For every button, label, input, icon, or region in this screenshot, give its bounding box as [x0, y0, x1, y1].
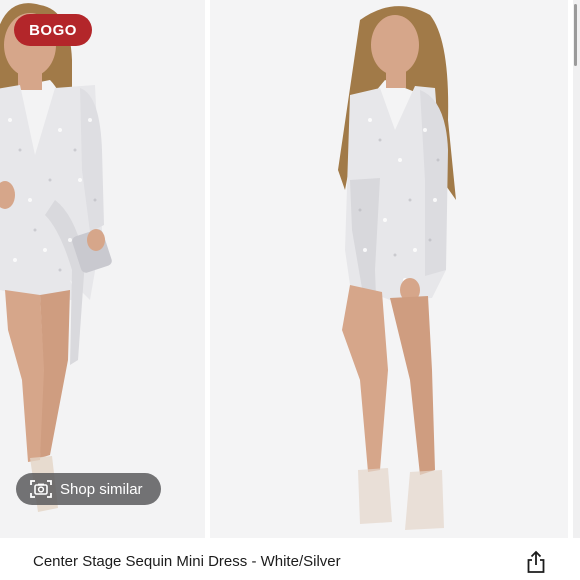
product-photo-2[interactable]	[210, 0, 568, 538]
product-photo-1[interactable]	[0, 0, 205, 538]
gallery-scrollbar[interactable]	[574, 4, 577, 66]
shop-similar-button[interactable]: Shop similar	[16, 473, 161, 505]
share-icon	[526, 550, 546, 579]
product-photo-3[interactable]	[573, 0, 580, 538]
bogo-badge-label: BOGO	[29, 21, 77, 39]
share-button[interactable]	[523, 550, 549, 579]
product-title: Center Stage Sequin Mini Dress - White/S…	[33, 553, 341, 570]
product-photo-gallery[interactable]: BOGO Shop similar	[0, 0, 580, 538]
camera-scan-icon	[30, 479, 52, 499]
shop-similar-label: Shop similar	[60, 480, 143, 498]
bogo-badge: BOGO	[14, 14, 92, 46]
model-photo-side	[210, 0, 568, 538]
model-photo-front	[0, 0, 205, 538]
